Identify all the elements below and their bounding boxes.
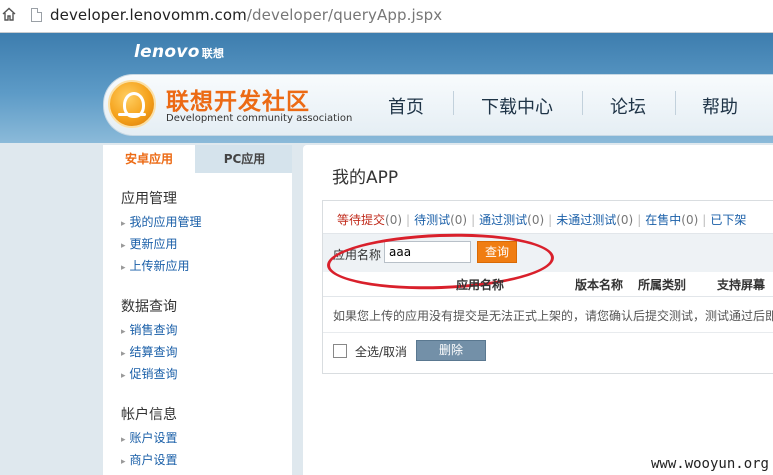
- status-count: (0): [527, 213, 545, 227]
- column-version-name[interactable]: 版本名称: [575, 276, 623, 293]
- sidebar-link-label: 商户设置: [129, 453, 178, 467]
- section-heading-account: 帐户信息: [121, 407, 177, 423]
- main-nav: 联想开发社区 Development community association…: [103, 74, 773, 136]
- tab-android-apps[interactable]: 安卓应用: [103, 145, 195, 173]
- status-tab-passed[interactable]: 通过测试: [479, 213, 527, 227]
- status-tab-pending-submit[interactable]: 等待提交: [337, 213, 385, 227]
- tab-divider: |: [702, 213, 707, 227]
- sidebar-link-merchant-settings[interactable]: ▸ 商户设置: [121, 451, 178, 468]
- status-tab-failed[interactable]: 未通过测试: [556, 213, 616, 227]
- arrow-right-icon: ▸: [121, 435, 126, 445]
- column-app-name[interactable]: 应用名称: [456, 276, 504, 293]
- sidebar-link-label: 更新应用: [129, 237, 178, 251]
- brand-text: lenovo: [134, 42, 200, 62]
- column-category[interactable]: 所属类别: [638, 276, 686, 293]
- sidebar-link-label: 促销查询: [129, 367, 178, 381]
- sidebar-link-update-app[interactable]: ▸ 更新应用: [121, 235, 178, 252]
- url-text[interactable]: developer.lenovomm.com/developer/queryAp…: [50, 6, 442, 24]
- nav-divider: [675, 91, 676, 115]
- nav-home[interactable]: 首页: [388, 93, 424, 119]
- section-heading-app-management: 应用管理: [121, 191, 177, 207]
- arrow-right-icon: ▸: [121, 349, 126, 359]
- select-all-label[interactable]: 全选/取消: [355, 343, 407, 360]
- status-tab-pending-test[interactable]: 待测试: [414, 213, 450, 227]
- tab-divider: |: [471, 213, 476, 227]
- sidebar-link-account-settings[interactable]: ▸ 账户设置: [121, 429, 178, 446]
- search-bar: 应用名称 查询: [323, 230, 773, 293]
- tab-divider: |: [548, 213, 553, 227]
- url-path: /developer/queryApp.jspx: [246, 6, 443, 24]
- brand-cn-text: 联想: [201, 47, 225, 60]
- sidebar-link-settlement-query[interactable]: ▸ 结算查询: [121, 343, 178, 360]
- nav-downloads[interactable]: 下载中心: [481, 93, 553, 119]
- status-count: (0): [616, 213, 634, 227]
- status-tab-delisted[interactable]: 已下架: [710, 213, 746, 227]
- app-list-panel: 等待提交(0) | 待测试(0) | 通过测试(0) | 未通过测试(0) | 在售中(0) | 已…: [322, 200, 773, 374]
- status-filter-tabs: 等待提交(0) | 待测试(0) | 通过测试(0) | 未通过测试(0) | 在售中(0) | 已…: [337, 211, 746, 228]
- nav-help[interactable]: 帮助: [702, 93, 738, 119]
- sidebar-link-my-apps[interactable]: ▸ 我的应用管理: [121, 213, 202, 230]
- nav-forum[interactable]: 论坛: [610, 93, 646, 119]
- sidebar-link-label: 账户设置: [129, 431, 178, 445]
- status-count: (0): [681, 213, 699, 227]
- empty-notice: 如果您上传的应用没有提交是无法正式上架的，请您确认后提交测试，测试通过后即: [333, 309, 773, 323]
- bulk-actions: 全选/取消 删除: [323, 332, 773, 373]
- arrow-right-icon: ▸: [121, 219, 126, 229]
- delete-button[interactable]: 删除: [416, 340, 486, 361]
- arrow-right-icon: ▸: [121, 457, 126, 467]
- tab-divider: |: [637, 213, 642, 227]
- url-host: developer.lenovomm.com: [50, 6, 247, 24]
- nav-divider: [582, 91, 583, 115]
- sidebar-link-upload-app[interactable]: ▸ 上传新应用: [121, 257, 190, 274]
- address-bar[interactable]: developer.lenovomm.com/developer/queryAp…: [0, 0, 773, 33]
- watermark: www.wooyun.org: [650, 456, 769, 472]
- select-all-checkbox[interactable]: [333, 344, 347, 358]
- logo-subtitle: Development community association: [166, 113, 353, 124]
- site-header: lenovo 联想 联想开发社区 Development community as…: [0, 33, 773, 143]
- tab-divider: |: [406, 213, 411, 227]
- sidebar-link-promotion-query[interactable]: ▸ 促销查询: [121, 365, 178, 382]
- table-header: 应用名称 版本名称 所属类别 支持屏幕: [323, 272, 773, 297]
- sidebar: 安卓应用 PC应用 应用管理 ▸ 我的应用管理 ▸ 更新应用 ▸ 上传新应用 数据查询…: [103, 145, 292, 475]
- platform-tabs: 安卓应用 PC应用: [103, 145, 292, 173]
- nav-divider: [453, 91, 454, 115]
- lenovo-logo[interactable]: lenovo 联想: [134, 42, 224, 62]
- sidebar-link-label: 我的应用管理: [129, 215, 202, 229]
- community-logo-icon[interactable]: [108, 80, 156, 128]
- section-heading-data-query: 数据查询: [121, 299, 177, 315]
- tab-pc-apps[interactable]: PC应用: [197, 145, 292, 173]
- page-title: 我的APP: [332, 168, 399, 188]
- sidebar-link-label: 上传新应用: [129, 259, 190, 273]
- arrow-right-icon: ▸: [121, 241, 126, 251]
- sidebar-link-label: 结算查询: [129, 345, 178, 359]
- arrow-right-icon: ▸: [121, 327, 126, 337]
- main-panel: 我的APP 等待提交(0) | 待测试(0) | 通过测试(0) | 未通过测试(0) | 在售…: [303, 145, 773, 475]
- home-icon[interactable]: [2, 7, 16, 21]
- sidebar-link-sales-query[interactable]: ▸ 销售查询: [121, 321, 178, 338]
- status-count: (0): [450, 213, 468, 227]
- column-screen-support[interactable]: 支持屏幕: [717, 276, 765, 293]
- sidebar-link-label: 销售查询: [129, 323, 178, 337]
- arrow-right-icon: ▸: [121, 263, 126, 273]
- status-tab-on-sale[interactable]: 在售中: [645, 213, 681, 227]
- logo-title[interactable]: 联想开发社区: [166, 82, 310, 116]
- arrow-right-icon: ▸: [121, 371, 126, 381]
- status-count: (0): [385, 213, 403, 227]
- page-icon: [31, 8, 42, 22]
